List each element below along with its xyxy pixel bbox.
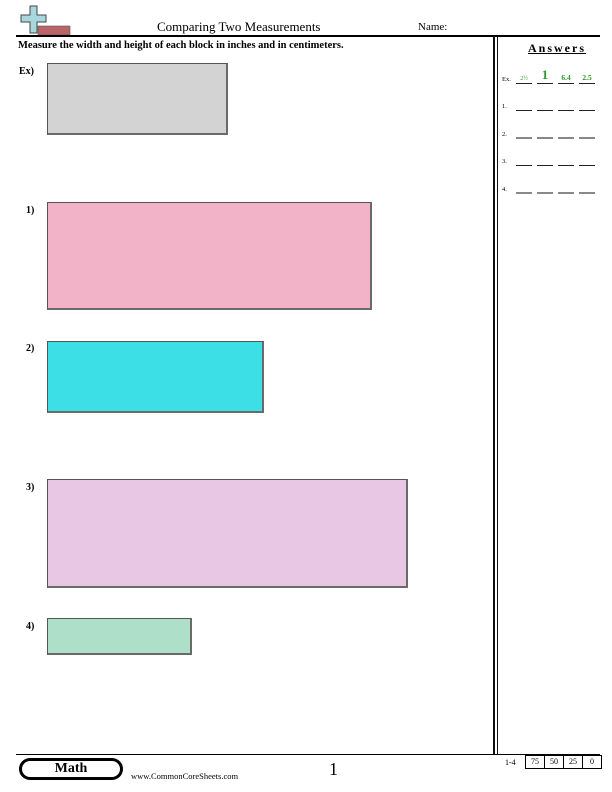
answer-row-ex: Ex. 2½ 1 6.4 2.5 xyxy=(502,67,602,84)
answer-row-label: 3. xyxy=(502,158,507,165)
worksheet-title: Comparing Two Measurements xyxy=(157,19,321,34)
plus-ruler-logo-icon xyxy=(16,5,72,37)
answer-row-1: 1. xyxy=(502,97,602,111)
page-number: 1 xyxy=(329,759,338,779)
answer-blank[interactable] xyxy=(537,137,553,139)
measure-block-1 xyxy=(47,202,372,310)
problem-label-ex: Ex) xyxy=(19,66,34,77)
answer-blank: 6.4 xyxy=(558,73,574,84)
answer-value: 2.5 xyxy=(582,73,592,82)
score-cell: 25 xyxy=(563,755,583,769)
problem-label-2: 2) xyxy=(26,343,35,354)
subject-label: Math xyxy=(22,761,120,777)
answer-row-2: 2. xyxy=(502,125,602,139)
answer-blank[interactable] xyxy=(537,192,553,194)
answers-title: Answers xyxy=(528,41,586,55)
answer-blank[interactable] xyxy=(579,165,595,166)
problem-label-1: 1) xyxy=(26,205,35,216)
answer-blank[interactable] xyxy=(579,110,595,111)
answer-column-divider-inner xyxy=(497,36,498,754)
measure-block-ex xyxy=(47,63,228,135)
answer-row-label: 1. xyxy=(502,103,507,110)
name-label: Name: xyxy=(418,21,448,33)
answer-row-label: Ex. xyxy=(502,76,511,83)
subject-badge: Math xyxy=(19,758,123,780)
answer-row-3: 3. xyxy=(502,152,602,166)
footer-divider xyxy=(16,754,494,755)
answer-blank[interactable] xyxy=(516,192,532,194)
measure-block-4 xyxy=(47,618,192,655)
header-divider xyxy=(16,35,600,37)
answer-column-divider xyxy=(493,36,495,754)
answer-blank: 2½ xyxy=(516,76,532,84)
answer-row-label: 4. xyxy=(502,186,507,193)
answer-blank[interactable] xyxy=(558,110,574,111)
score-cell: 0 xyxy=(582,755,602,769)
website-link[interactable]: www.CommonCoreSheets.com xyxy=(131,771,238,781)
answer-blank[interactable] xyxy=(558,137,574,139)
answer-blank[interactable] xyxy=(537,165,553,166)
measure-block-2 xyxy=(47,341,264,413)
answer-blank[interactable] xyxy=(516,110,532,111)
problem-label-3: 3) xyxy=(26,482,35,493)
answer-row-label: 2. xyxy=(502,131,507,138)
problem-label-4: 4) xyxy=(26,621,35,632)
score-table: 75 50 25 0 xyxy=(525,755,602,769)
answer-blank: 1 xyxy=(537,67,553,84)
answer-blank[interactable] xyxy=(516,165,532,166)
answer-blank[interactable] xyxy=(579,192,595,194)
score-range-label: 1-4 xyxy=(505,758,516,767)
answer-blank[interactable] xyxy=(579,137,595,139)
instructions: Measure the width and height of each blo… xyxy=(18,40,344,51)
answer-blank[interactable] xyxy=(558,192,574,194)
answer-blank[interactable] xyxy=(537,110,553,111)
answer-blank[interactable] xyxy=(558,165,574,166)
score-cell: 50 xyxy=(544,755,564,769)
measure-block-3 xyxy=(47,479,408,588)
answer-row-4: 4. xyxy=(502,180,602,194)
answer-blank: 2.5 xyxy=(579,73,595,84)
score-cell: 75 xyxy=(525,755,545,769)
answer-blank[interactable] xyxy=(516,137,532,139)
